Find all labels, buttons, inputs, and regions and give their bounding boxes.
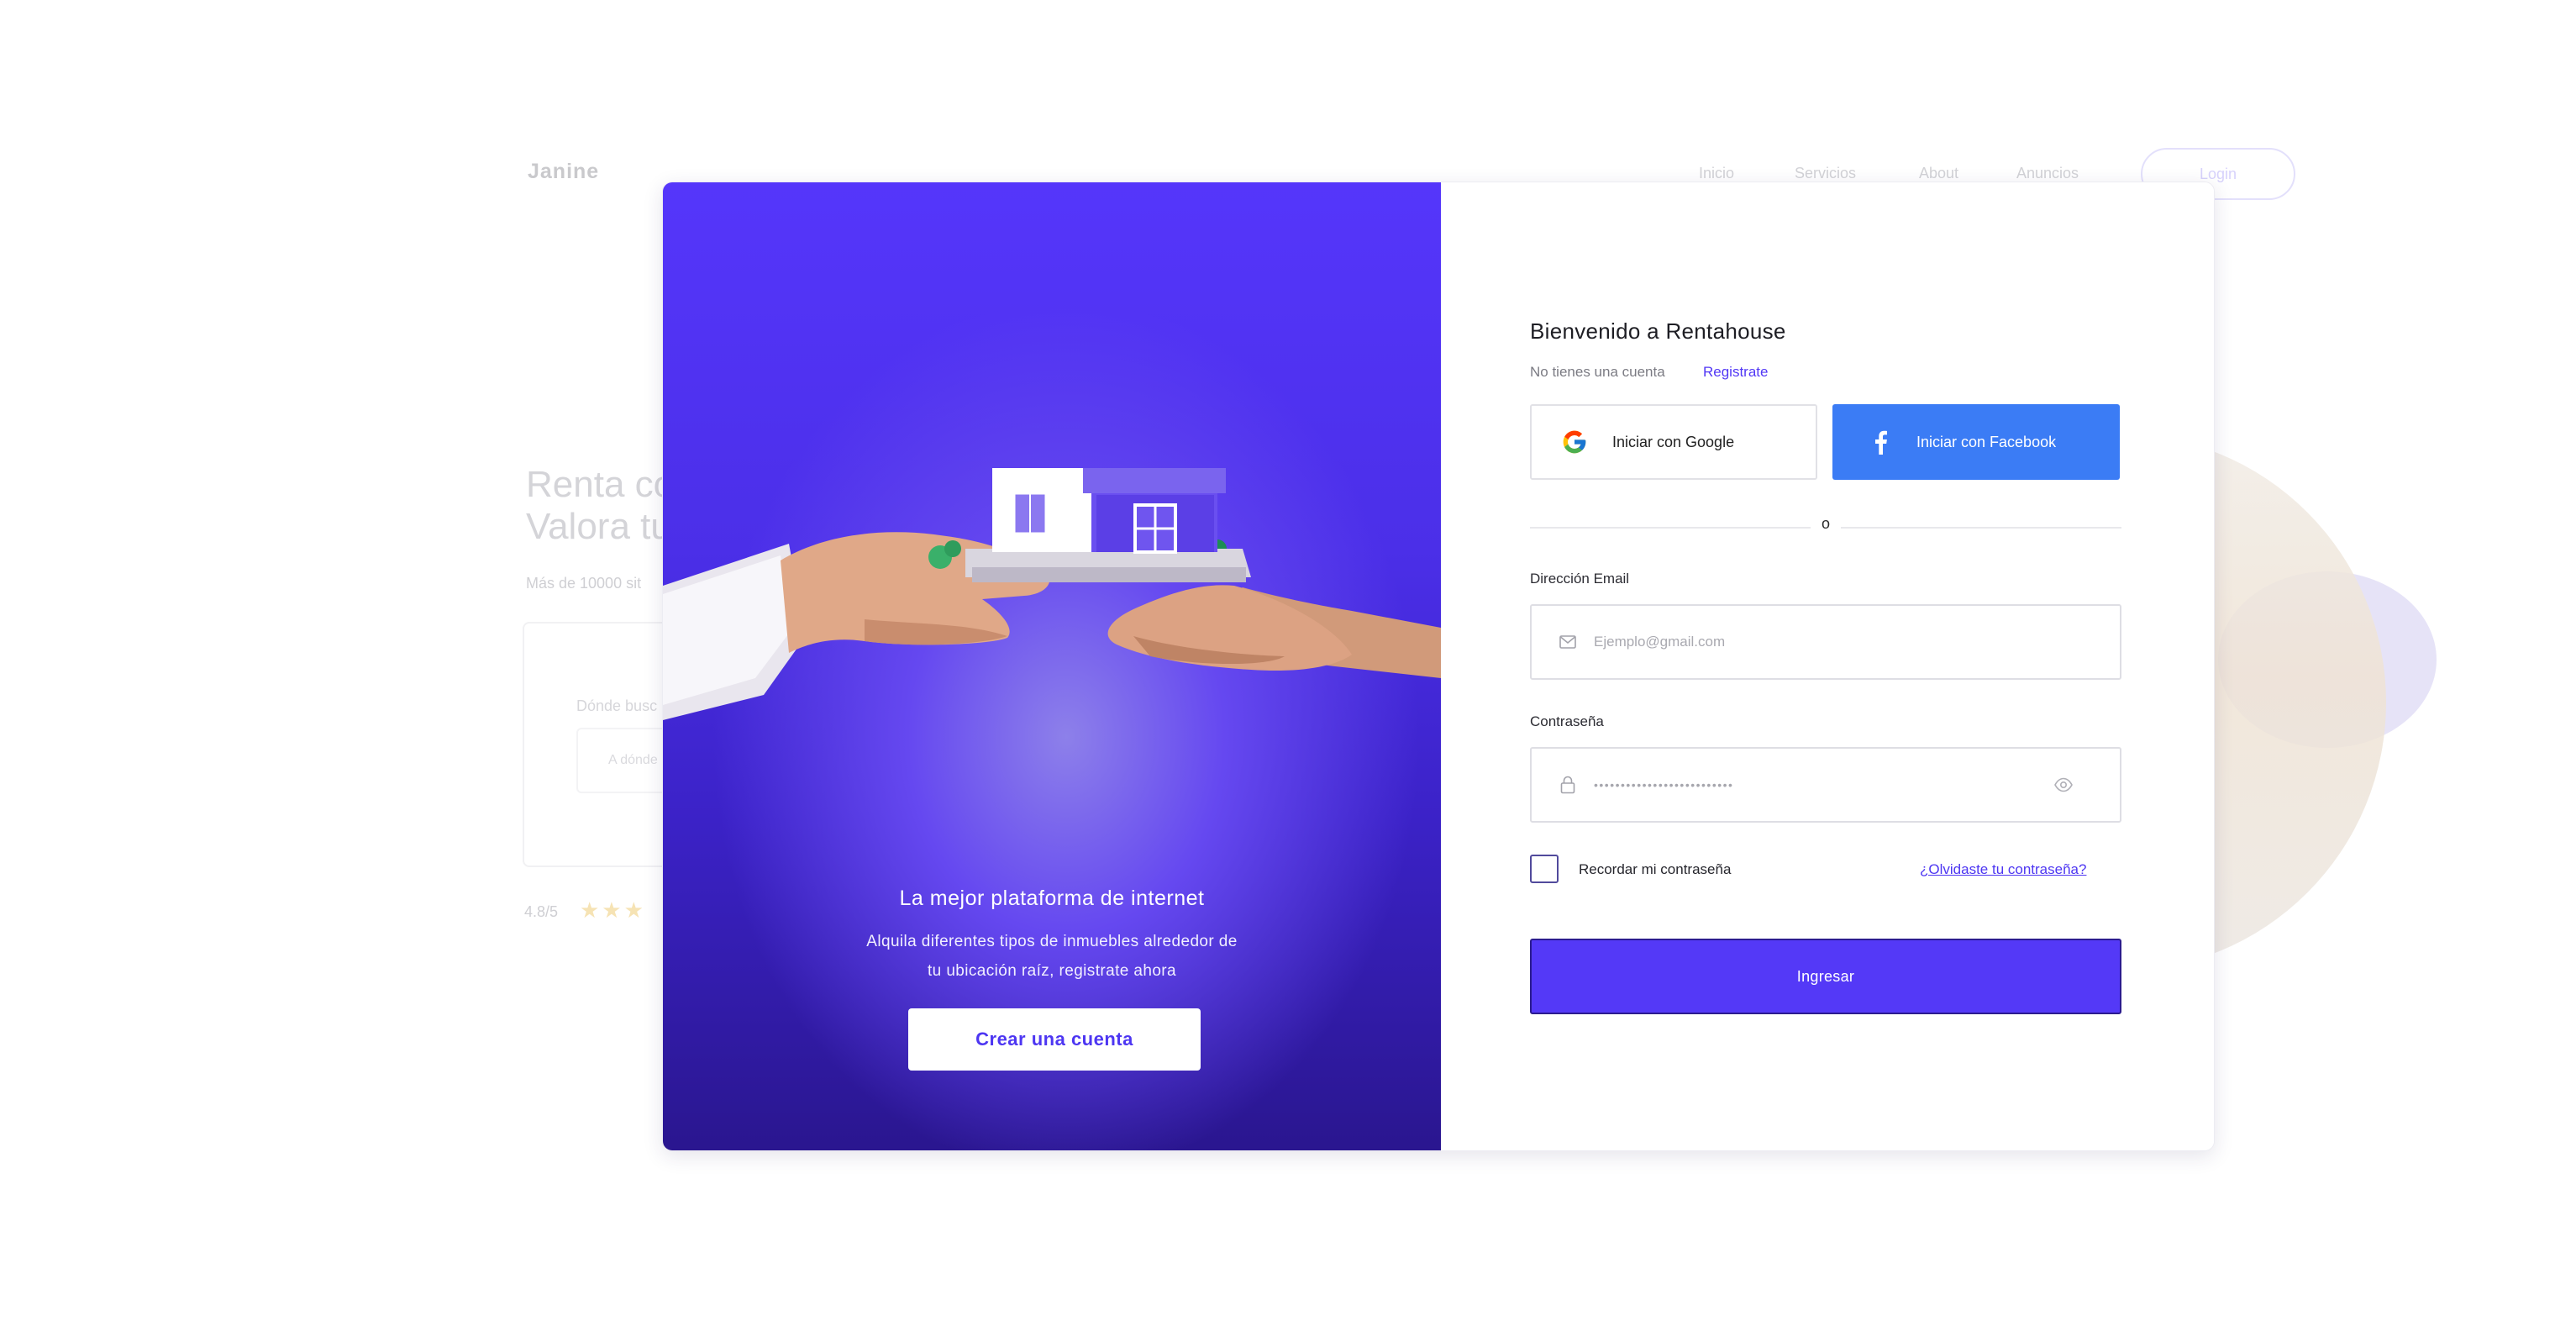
remember-me-label: Recordar mi contraseña (1579, 861, 1732, 877)
promo-title: La mejor plataforma de internet (899, 887, 1205, 910)
promo-description-line2: tu ubicación raíz, registrate ahora (928, 962, 1176, 980)
mail-icon (1559, 633, 1577, 651)
promo-description: Alquila diferentes tipos de inmuebles al… (839, 927, 1264, 986)
bg-hero-subtitle: Más de 10000 sit (526, 575, 642, 592)
bg-hero-title-line2: Valora tu (526, 506, 671, 547)
google-icon (1560, 428, 1589, 456)
login-submit-button[interactable]: Ingresar (1530, 939, 2121, 1014)
facebook-login-button[interactable]: Iniciar con Facebook (1832, 404, 2120, 480)
bg-nav-anuncios: Anuncios (2016, 165, 2079, 182)
password-input[interactable]: •••••••••••••••••••••••••• (1594, 778, 1733, 792)
divider-text: o (1811, 515, 1841, 533)
password-field[interactable]: •••••••••••••••••••••••••• (1530, 747, 2121, 823)
bg-nav-inicio: Inicio (1699, 165, 1735, 182)
google-login-label: Iniciar con Google (1612, 433, 1735, 450)
login-form-panel: Bienvenido a Rentahouse No tienes una cu… (1441, 182, 2214, 1150)
welcome-heading: Bienvenido a Rentahouse (1530, 318, 1786, 344)
bg-rating-stars: ★★★ (580, 897, 646, 923)
facebook-login-label: Iniciar con Facebook (1916, 433, 2057, 450)
forgot-password-link[interactable]: ¿Olvidaste tu contraseña? (1920, 861, 2086, 878)
bg-nav-about: About (1919, 165, 1959, 182)
bg-hero-title: Renta co Valora tu (526, 464, 674, 548)
bg-logo: Janine (528, 160, 600, 183)
bg-search-placeholder: A dónde (608, 753, 658, 767)
login-modal: La mejor plataforma de internet Alquila … (662, 182, 2215, 1151)
bg-hero-title-line1: Renta co (526, 464, 675, 505)
eye-icon[interactable] (2054, 777, 2073, 792)
create-account-button[interactable]: Crear una cuenta (908, 1008, 1201, 1071)
email-field[interactable] (1530, 604, 2121, 680)
promo-description-line1: Alquila diferentes tipos de inmuebles al… (866, 933, 1238, 950)
no-account-text: No tienes una cuenta (1530, 364, 1665, 380)
google-login-button[interactable]: Iniciar con Google (1530, 404, 1817, 480)
email-input[interactable] (1594, 634, 2014, 650)
lock-icon (1559, 776, 1577, 794)
bg-nav-servicios: Servicios (1795, 165, 1857, 182)
bg-rating: 4.8/5 (524, 903, 559, 920)
remember-me-checkbox[interactable] (1530, 855, 1559, 883)
bg-search-label: Dónde busc (576, 697, 658, 714)
promo-panel: La mejor plataforma de internet Alquila … (663, 182, 1441, 1150)
register-link[interactable]: Registrate (1703, 364, 1768, 381)
email-label: Dirección Email (1530, 571, 1630, 587)
hands-holding-house-illustration (663, 468, 1441, 720)
facebook-icon (1866, 428, 1895, 456)
password-label: Contraseña (1530, 713, 1604, 729)
